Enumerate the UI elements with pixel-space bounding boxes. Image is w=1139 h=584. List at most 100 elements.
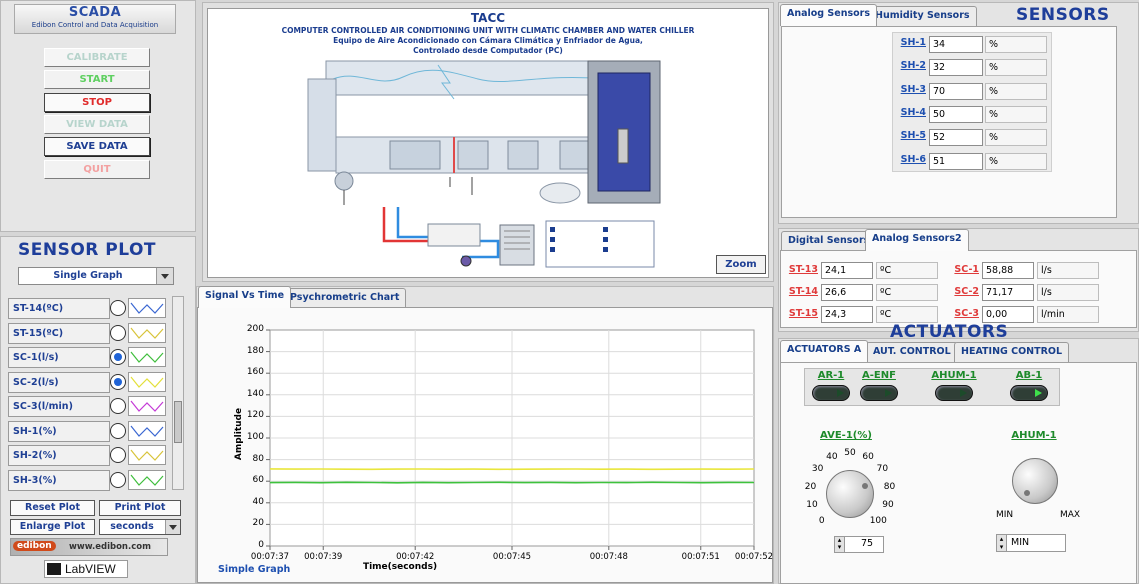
tab-aut-control[interactable]: AUT. CONTROL (866, 342, 958, 362)
labview-text: LabVIEW (65, 562, 116, 576)
chevron-down-icon[interactable] (156, 268, 173, 284)
sensor-unit: % (985, 36, 1047, 53)
ave-knob-label: AVE-1(%) (820, 430, 872, 441)
plot-mode-select[interactable]: Single Graph (18, 267, 174, 285)
actuator-toggle[interactable] (1010, 385, 1048, 401)
knob-indicator (1024, 490, 1030, 496)
stop-button[interactable]: STOP (44, 93, 150, 112)
actuator-toggle[interactable] (812, 385, 850, 401)
sensor-select-radio[interactable] (110, 349, 126, 365)
view-data-button[interactable]: VIEW DATA (44, 115, 150, 134)
ahum-knob[interactable] (1012, 458, 1058, 504)
sensor-select-radio[interactable] (110, 324, 126, 341)
humidity-readings (892, 32, 1052, 172)
knob-tick-label: 70 (876, 464, 889, 475)
sensor-value: 51 (929, 152, 983, 170)
tab-analog-sensors2[interactable]: Analog Sensors2 (865, 229, 969, 251)
labview-logo: LabVIEW (44, 560, 128, 578)
edibon-website: www.edibon.com (69, 542, 151, 552)
time-units-value: seconds (110, 521, 154, 532)
sensor-unit: ºC (876, 284, 938, 301)
sensor-plot-item[interactable]: ST-14(ºC) (8, 298, 110, 319)
line-chart (266, 329, 755, 550)
print-plot-button[interactable]: Print Plot (99, 500, 181, 516)
tab-analog-sensors[interactable]: Analog Sensors (780, 4, 877, 26)
quit-button[interactable]: QUIT (44, 160, 150, 179)
tab-signal-vs-time[interactable]: Signal Vs Time (198, 286, 292, 308)
sensor-select-radio[interactable] (110, 447, 126, 463)
sensor-color-preview[interactable] (128, 347, 166, 367)
sensor-plot-item[interactable]: SH-3(%) (8, 469, 110, 491)
sensor-select-radio[interactable] (110, 398, 126, 414)
sensor-label: ST-13 (788, 264, 818, 275)
ahum-max-label: MAX (1060, 510, 1081, 520)
sensor-plot-item[interactable]: SC-3(l/min) (8, 396, 110, 417)
sensor-list-scrollbar[interactable] (172, 296, 184, 490)
sensor-label: SC-2 (954, 286, 979, 297)
sensor-plot-item[interactable]: ST-15(ºC) (8, 322, 110, 344)
stepper-icon[interactable]: ▴ ▾ (997, 535, 1007, 551)
wave-icon (130, 474, 164, 486)
reset-plot-button[interactable]: Reset Plot (10, 500, 95, 516)
ahum-value-control[interactable]: ▴ ▾ MIN (996, 534, 1066, 552)
tab-humidity-sensors[interactable]: Humidity Sensors (868, 6, 977, 26)
sensor-plot-item[interactable]: SH-2(%) (8, 445, 110, 466)
sensor-label: SC-3 (954, 308, 979, 319)
sensor-color-preview[interactable] (128, 396, 166, 416)
zoom-button[interactable]: Zoom (716, 255, 766, 274)
actuator-label: A-ENF (862, 370, 896, 381)
enlarge-plot-button[interactable]: Enlarge Plot (10, 519, 95, 535)
knob-tick-label: 50 (844, 448, 856, 458)
sensor-value: 24,3 (821, 306, 873, 323)
sensor-color-preview[interactable] (128, 420, 166, 441)
ahum-value: MIN (1011, 537, 1030, 548)
sensor-plot-item[interactable]: SH-1(%) (8, 420, 110, 442)
series-line-1 (269, 481, 755, 484)
tab-heating-control[interactable]: HEATING CONTROL (954, 342, 1070, 362)
scrollbar-thumb[interactable] (174, 401, 182, 443)
sensor-label: SH-6 (900, 153, 926, 165)
sensor-value: 52 (929, 129, 983, 147)
actuators-title: ACTUATORS (890, 322, 1009, 342)
stepper-icon[interactable]: ▴ ▾ (835, 537, 845, 552)
start-button[interactable]: START (44, 70, 150, 89)
actuator-toggle[interactable] (860, 385, 898, 401)
save-data-button[interactable]: SAVE DATA (44, 137, 150, 156)
calibrate-button[interactable]: CALIBRATE (44, 48, 150, 67)
ave-value: 75 (861, 538, 874, 549)
sensor-color-preview[interactable] (128, 298, 166, 318)
sensor-select-radio[interactable] (110, 373, 126, 390)
sensor-color-preview[interactable] (128, 371, 166, 392)
ave-value-control[interactable]: ▴ ▾ 75 (834, 536, 884, 553)
sensor-label: SH-5 (900, 130, 926, 142)
tab-actuators-a[interactable]: ACTUATORS A (780, 340, 869, 362)
sensor-unit: % (985, 129, 1047, 147)
sensor-unit: % (985, 152, 1047, 170)
sensor-value: 32 (929, 59, 983, 77)
actuator-label: AB-1 (1015, 370, 1043, 381)
chart-area: 0 20 40 60 80 100 120 140 160 180 200 00:07:37 00:0… (208, 322, 773, 562)
ahum-knob-label: AHUM-1 (1011, 430, 1057, 441)
plot-mode-value: Single Graph (53, 270, 123, 281)
edibon-banner: edibon www.edibon.com (10, 538, 168, 556)
sensor-select-radio[interactable] (110, 471, 126, 488)
tab-digital-sensors[interactable]: Digital Sensors (781, 231, 877, 251)
ave-knob[interactable] (826, 470, 874, 518)
actuator-toggle[interactable] (935, 385, 973, 401)
sensor-select-radio[interactable] (110, 300, 126, 316)
sensor-label: SH-4 (900, 106, 926, 118)
sensor-label: ST-15 (788, 308, 818, 319)
sensor-color-preview[interactable] (128, 469, 166, 490)
sensor-plot-item[interactable]: SC-1(l/s) (8, 347, 110, 368)
sensor-color-preview[interactable] (128, 322, 166, 343)
sensor-color-preview[interactable] (128, 445, 166, 465)
sensor-plot-item[interactable]: SC-2(l/s) (8, 371, 110, 393)
tab-psychrometric-chart[interactable]: Psychrometric Chart (283, 288, 407, 308)
app-title: SCADA (68, 5, 122, 20)
sensor-plot-title: SENSOR PLOT (18, 240, 157, 260)
sensor-select-radio[interactable] (110, 422, 126, 439)
time-units-select[interactable]: seconds (99, 519, 181, 535)
chevron-down-icon[interactable] (165, 520, 180, 534)
edibon-logo: edibon (13, 541, 56, 551)
sensor-value: 71,17 (982, 284, 1034, 301)
